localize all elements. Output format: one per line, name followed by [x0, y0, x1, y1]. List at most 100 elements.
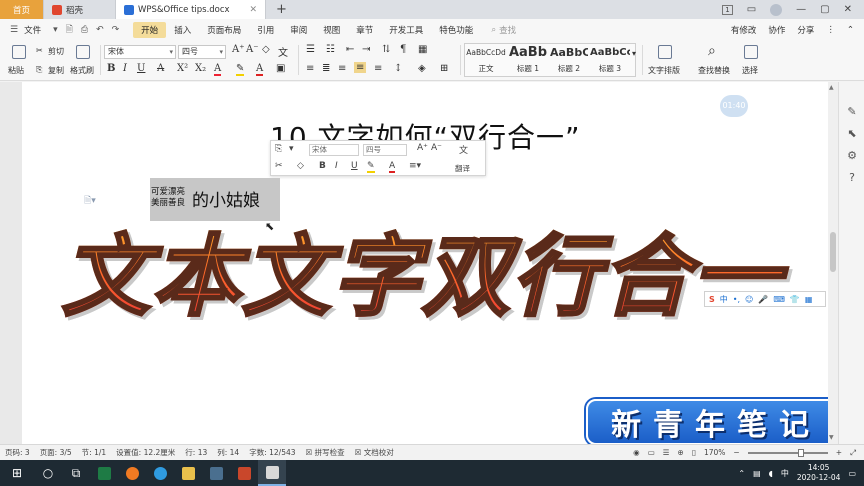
spell-check-button[interactable]: ☒ 拼写检查 — [301, 447, 350, 458]
zoom-level[interactable]: 170% — [704, 448, 725, 457]
menu-developer[interactable]: 开发工具 — [381, 19, 431, 41]
adjust-icon[interactable]: ⚙ — [846, 150, 858, 162]
status-page-number[interactable]: 页码: 3 — [0, 447, 35, 458]
edge-icon[interactable] — [146, 460, 174, 486]
text-color-icon[interactable]: A — [256, 63, 264, 76]
photos-icon[interactable] — [202, 460, 230, 486]
paste-icon[interactable]: ▾ — [289, 144, 294, 154]
modified-button[interactable]: 有修改 — [731, 24, 757, 36]
excel-icon[interactable] — [90, 460, 118, 486]
find-replace-label[interactable]: 查找替换 — [698, 65, 730, 76]
align-icon[interactable]: ≡▾ — [409, 161, 421, 171]
chevron-down-icon[interactable]: ▾ — [49, 25, 62, 35]
outdent-icon[interactable]: ⇤ — [346, 44, 354, 55]
scroll-down-icon[interactable]: ▼ — [829, 434, 834, 441]
format-painter-icon[interactable] — [76, 45, 90, 59]
notification-icon[interactable]: ▭ — [848, 469, 856, 478]
read-view-icon[interactable]: ▯ — [692, 448, 696, 457]
highlight-icon[interactable]: ✎ — [236, 63, 245, 76]
tab-daoke[interactable]: 稻壳 — [44, 0, 116, 19]
underline-icon[interactable]: U — [351, 161, 358, 171]
font-color-icon[interactable]: A — [214, 63, 222, 76]
edit-icon[interactable]: ✎ — [846, 106, 858, 118]
sort-icon[interactable]: ⇅ — [382, 44, 390, 55]
layout-icon[interactable]: ▭ — [747, 4, 756, 15]
numbering-icon[interactable]: ☷ — [326, 44, 335, 55]
maximize-icon[interactable]: ▢ — [820, 4, 829, 15]
ime-mode[interactable]: 中 — [720, 294, 728, 305]
scroll-thumb[interactable] — [830, 232, 836, 272]
copy-icon[interactable]: ⎘ — [36, 65, 42, 75]
subscript-icon[interactable]: X₂ — [195, 63, 206, 74]
web-view-icon[interactable]: ⊕ — [678, 448, 684, 457]
menu-view[interactable]: 视图 — [315, 19, 348, 41]
menu-file[interactable]: 文件 — [22, 19, 49, 41]
bold-icon[interactable]: B — [319, 161, 326, 171]
clear-icon[interactable]: ◇ — [297, 161, 304, 171]
justify-icon[interactable]: ≡ — [354, 62, 367, 73]
align-left-icon[interactable]: ≡ — [306, 63, 314, 74]
collaborate-button[interactable]: 协作 — [768, 24, 785, 36]
tray-expand-icon[interactable]: ⌃ — [738, 469, 745, 478]
align-right-icon[interactable]: ≡ — [338, 63, 346, 74]
menu-references[interactable]: 引用 — [249, 19, 282, 41]
format-painter-icon[interactable]: ✂ — [275, 161, 283, 171]
pointer-icon[interactable]: ⬉ — [846, 128, 858, 140]
cut-icon[interactable]: ✂ — [36, 46, 43, 55]
ime-tools-icon[interactable]: ▦ — [805, 295, 813, 304]
menu-insert[interactable]: 插入 — [166, 19, 199, 41]
ime-logo-icon[interactable]: S — [709, 295, 715, 304]
font-name-select[interactable]: 宋体 — [104, 45, 176, 59]
font-color-icon[interactable]: A — [389, 161, 396, 173]
ime-emoji-icon[interactable]: ☺ — [745, 295, 753, 304]
volume-icon[interactable]: ◖ — [769, 469, 773, 478]
pinyin-icon[interactable]: 文 — [278, 44, 288, 59]
grow-font-icon[interactable]: A⁺ — [232, 44, 245, 55]
save-icon[interactable]: 🗎 — [62, 22, 77, 38]
window-indicator[interactable]: 1 — [722, 4, 733, 15]
table-icon[interactable]: ▦ — [418, 44, 427, 55]
vertical-scrollbar[interactable]: ▲ ▼ — [828, 82, 838, 444]
undo-icon[interactable]: ↶ — [92, 25, 108, 35]
paste-icon[interactable] — [12, 45, 26, 59]
style-heading-2[interactable]: AaBbC 标题 2 — [550, 43, 588, 77]
copy-label[interactable]: 复制 — [48, 65, 64, 76]
italic-icon[interactable]: I — [123, 63, 127, 74]
style-heading-3[interactable]: AaBbCc 标题 3 — [590, 43, 630, 77]
outline-view-icon[interactable]: ☰ — [663, 448, 670, 457]
underline-icon[interactable]: U — [137, 63, 145, 74]
help-icon[interactable]: ? — [846, 172, 858, 184]
search-icon[interactable]: ○ — [34, 460, 62, 486]
clock[interactable]: 14:05 2020-12-04 — [797, 463, 841, 483]
font-size-select[interactable]: 四号 — [178, 45, 226, 59]
text-layout-icon[interactable] — [658, 45, 672, 59]
zoom-out-icon[interactable]: − — [733, 448, 739, 457]
clear-format-icon[interactable]: ◇ — [262, 44, 270, 55]
task-view-icon[interactable]: ⧉ — [62, 460, 90, 486]
status-row[interactable]: 行: 13 — [180, 447, 212, 458]
body-text[interactable]: 的小姑娘 — [192, 186, 260, 211]
eye-icon[interactable]: ◉ — [633, 448, 640, 457]
style-normal[interactable]: AaBbCcDd 正文 — [466, 43, 506, 77]
line-spacing-icon[interactable]: ↕ — [394, 63, 402, 74]
status-word-count[interactable]: 字数: 12/543 — [244, 447, 300, 458]
shrink-font-icon[interactable]: A⁻ — [246, 44, 259, 55]
paste-label[interactable]: 粘贴 — [8, 65, 24, 76]
new-tab-button[interactable]: + — [266, 0, 297, 19]
ime-punct-icon[interactable]: •, — [733, 295, 740, 304]
combined-characters[interactable]: 可爱漂亮 美丽善良 — [151, 187, 185, 209]
file-explorer-icon[interactable] — [174, 460, 202, 486]
copy-icon[interactable]: ⎘ — [275, 144, 282, 154]
close-tab-icon[interactable]: ✕ — [249, 5, 257, 15]
translate-label[interactable]: 翻译 — [455, 163, 470, 174]
menu-start[interactable]: 开始 — [133, 22, 167, 38]
grow-font-icon[interactable]: A⁺ — [417, 143, 428, 153]
scroll-up-icon[interactable]: ▲ — [829, 84, 834, 91]
shrink-font-icon[interactable]: A⁻ — [431, 143, 442, 153]
menu-page-layout[interactable]: 页面布局 — [199, 19, 249, 41]
status-setting[interactable]: 设置值: 12.2厘米 — [111, 447, 180, 458]
style-heading-1[interactable]: AaBb 标题 1 — [508, 43, 548, 77]
find-replace-icon[interactable]: ⌕ — [708, 43, 716, 59]
zoom-slider[interactable] — [747, 448, 828, 457]
wps-icon[interactable] — [258, 460, 286, 486]
